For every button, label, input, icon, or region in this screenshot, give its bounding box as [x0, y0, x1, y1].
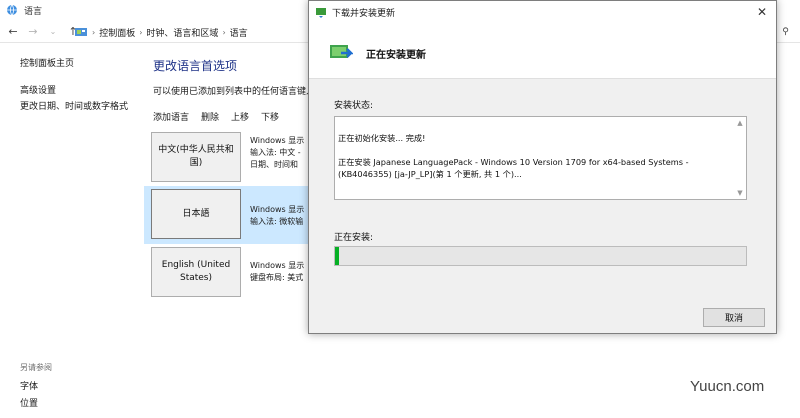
- sidebar-link-location[interactable]: 位置: [20, 396, 38, 409]
- back-button[interactable]: ←: [6, 25, 20, 39]
- log-line: 正在安装 Japanese LanguagePack - Windows 10 …: [338, 157, 689, 179]
- move-up-button[interactable]: 上移: [231, 110, 249, 123]
- move-down-button[interactable]: 下移: [261, 110, 279, 123]
- scroll-down-icon[interactable]: ▼: [736, 189, 744, 197]
- language-info-line: 日期、时间和: [250, 160, 298, 169]
- language-info-line: Windows 显示: [250, 261, 305, 270]
- language-info: Windows 显示 键盘布局: 美式: [250, 260, 310, 284]
- language-row-chinese[interactable]: 中文(中华人民共和国) Windows 显示 输入法: 中文 - 日期、时间和: [144, 129, 310, 187]
- install-updates-dialog: 下载并安装更新 ✕ 正在安装更新 安装状态: 正在初始化安装... 完成! 正在…: [308, 0, 777, 334]
- install-progress-bar: [334, 246, 747, 266]
- control-panel-icon: [75, 28, 87, 36]
- dialog-header: 正在安装更新: [309, 23, 776, 79]
- page-description: 可以使用已添加到列表中的任何语言键入: [153, 87, 316, 97]
- see-also-title: 另请参阅: [20, 363, 52, 372]
- log-line: 正在初始化安装... 完成!: [338, 133, 426, 143]
- progress-fill: [335, 247, 339, 265]
- breadcrumb-language[interactable]: 语言: [230, 26, 248, 39]
- language-info-line: 键盘布局: 美式: [250, 273, 304, 282]
- breadcrumb-separator: ›: [222, 27, 226, 37]
- page-title: 更改语言首选项: [153, 59, 238, 73]
- sidebar-link-advanced[interactable]: 高级设置: [20, 83, 56, 96]
- watermark-text: Yuucn.com: [690, 378, 765, 395]
- language-toolbar: 添加语言 删除 上移 下移: [153, 110, 279, 123]
- install-update-icon: [330, 45, 353, 58]
- dialog-heading: 正在安装更新: [366, 50, 426, 61]
- language-row-english[interactable]: English (United States) Windows 显示 键盘布局:…: [144, 244, 310, 302]
- breadcrumb-separator: ›: [92, 27, 96, 37]
- cancel-button[interactable]: 取消: [703, 308, 765, 327]
- language-info-line: 输入法: 中文 -: [250, 148, 301, 157]
- language-info-line: 输入法: 微软输: [250, 217, 304, 226]
- breadcrumb[interactable]: › 控制面板 › 时钟、语言和区域 › 语言: [74, 23, 309, 41]
- install-log-textbox[interactable]: 正在初始化安装... 完成! 正在安装 Japanese LanguagePac…: [334, 116, 747, 200]
- recent-dropdown-icon[interactable]: ⌄: [46, 25, 60, 39]
- remove-button[interactable]: 删除: [201, 110, 219, 123]
- install-log-text: 正在初始化安装... 完成! 正在安装 Japanese LanguagePac…: [338, 120, 730, 192]
- scroll-up-icon[interactable]: ▲: [736, 119, 744, 127]
- language-info-line: Windows 显示: [250, 136, 305, 145]
- breadcrumb-separator: ›: [139, 27, 143, 37]
- breadcrumb-control-panel[interactable]: 控制面板: [99, 26, 135, 39]
- dialog-title: 下载并安装更新: [332, 8, 396, 19]
- update-icon: [316, 8, 326, 18]
- sidebar-link-fonts[interactable]: 字体: [20, 379, 38, 392]
- search-icon: ⚲: [782, 27, 789, 37]
- dialog-titlebar: 下载并安装更新 ✕: [309, 1, 776, 23]
- language-row-japanese[interactable]: 日本語 Windows 显示 输入法: 微软输: [144, 186, 310, 244]
- close-icon[interactable]: ✕: [754, 4, 770, 20]
- sidebar-link-home[interactable]: 控制面板主页: [20, 56, 74, 69]
- sidebar-link-datetime[interactable]: 更改日期、时间或数字格式: [20, 99, 128, 112]
- log-scrollbar[interactable]: ▲ ▼: [734, 117, 746, 199]
- add-language-button[interactable]: 添加语言: [153, 110, 189, 123]
- language-options-button[interactable]: English (United States): [151, 247, 241, 297]
- window-title: 语言: [24, 6, 43, 17]
- language-info: Windows 显示 输入法: 微软输: [250, 204, 310, 228]
- install-status-label: 安装状态:: [334, 101, 374, 111]
- language-info-line: Windows 显示: [250, 205, 305, 214]
- breadcrumb-clock-language[interactable]: 时钟、语言和区域: [146, 26, 218, 39]
- language-options-button[interactable]: 中文(中华人民共和国): [151, 132, 241, 182]
- language-info: Windows 显示 输入法: 中文 - 日期、时间和: [250, 135, 310, 171]
- forward-button[interactable]: →: [26, 25, 40, 39]
- language-options-button[interactable]: 日本語: [151, 189, 241, 239]
- globe-icon: [7, 4, 17, 16]
- installing-label: 正在安装:: [334, 233, 374, 243]
